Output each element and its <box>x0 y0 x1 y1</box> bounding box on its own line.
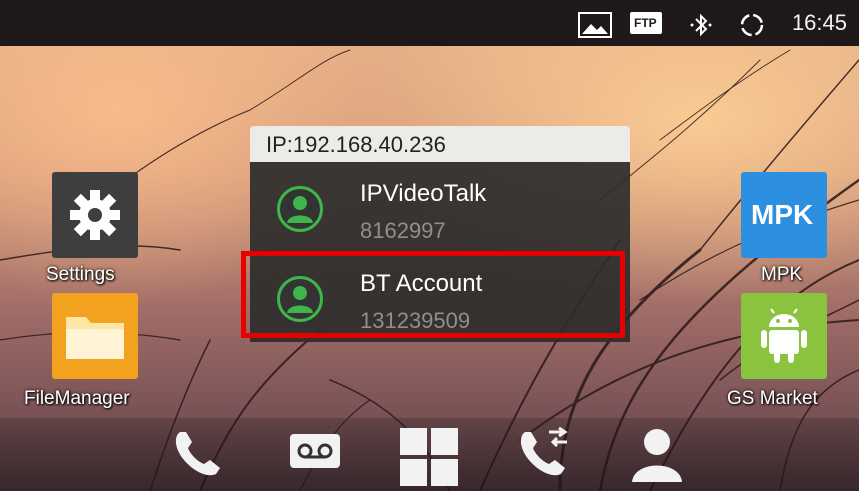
filemanager-app[interactable] <box>52 293 138 379</box>
ftp-label: FTP <box>634 16 657 30</box>
mpk-app[interactable]: MPK <box>741 172 827 258</box>
folder-icon <box>66 317 124 359</box>
image-icon <box>578 12 612 38</box>
contacts-icon[interactable] <box>628 426 686 484</box>
home-screen: FTP 16:45 Settings FileManager MPK MPK G… <box>0 0 859 491</box>
mpk-icon: MPK <box>751 199 814 230</box>
contact-icon <box>277 186 323 232</box>
filemanager-label: FileManager <box>24 388 130 409</box>
call-transfer-icon[interactable] <box>515 426 575 482</box>
ip-address-title: IP:192.168.40.236 <box>266 132 446 157</box>
gear-icon <box>70 190 120 240</box>
android-icon <box>761 308 807 363</box>
clock: 16:45 <box>791 10 847 35</box>
popup-header: IP:192.168.40.236 <box>250 126 630 162</box>
settings-app[interactable] <box>52 172 138 258</box>
account-item-ipvideotalk[interactable]: IPVideoTalk 8162997 <box>250 162 630 252</box>
status-bar: FTP 16:45 <box>0 0 859 46</box>
gs-market-label: GS Market <box>727 388 818 409</box>
bluetooth-icon <box>690 13 712 37</box>
dock <box>0 418 859 491</box>
mpk-label: MPK <box>761 264 803 285</box>
account-number: 8162997 <box>360 218 446 243</box>
sync-icon <box>740 13 764 37</box>
ftp-icon: FTP <box>630 12 662 34</box>
phone-icon[interactable] <box>170 426 230 482</box>
apps-grid-icon[interactable] <box>400 428 458 486</box>
voicemail-icon[interactable] <box>287 426 343 482</box>
settings-label: Settings <box>46 264 115 285</box>
highlight-box <box>241 251 625 338</box>
gs-market-app[interactable] <box>741 293 827 379</box>
account-name: IPVideoTalk <box>360 180 487 207</box>
